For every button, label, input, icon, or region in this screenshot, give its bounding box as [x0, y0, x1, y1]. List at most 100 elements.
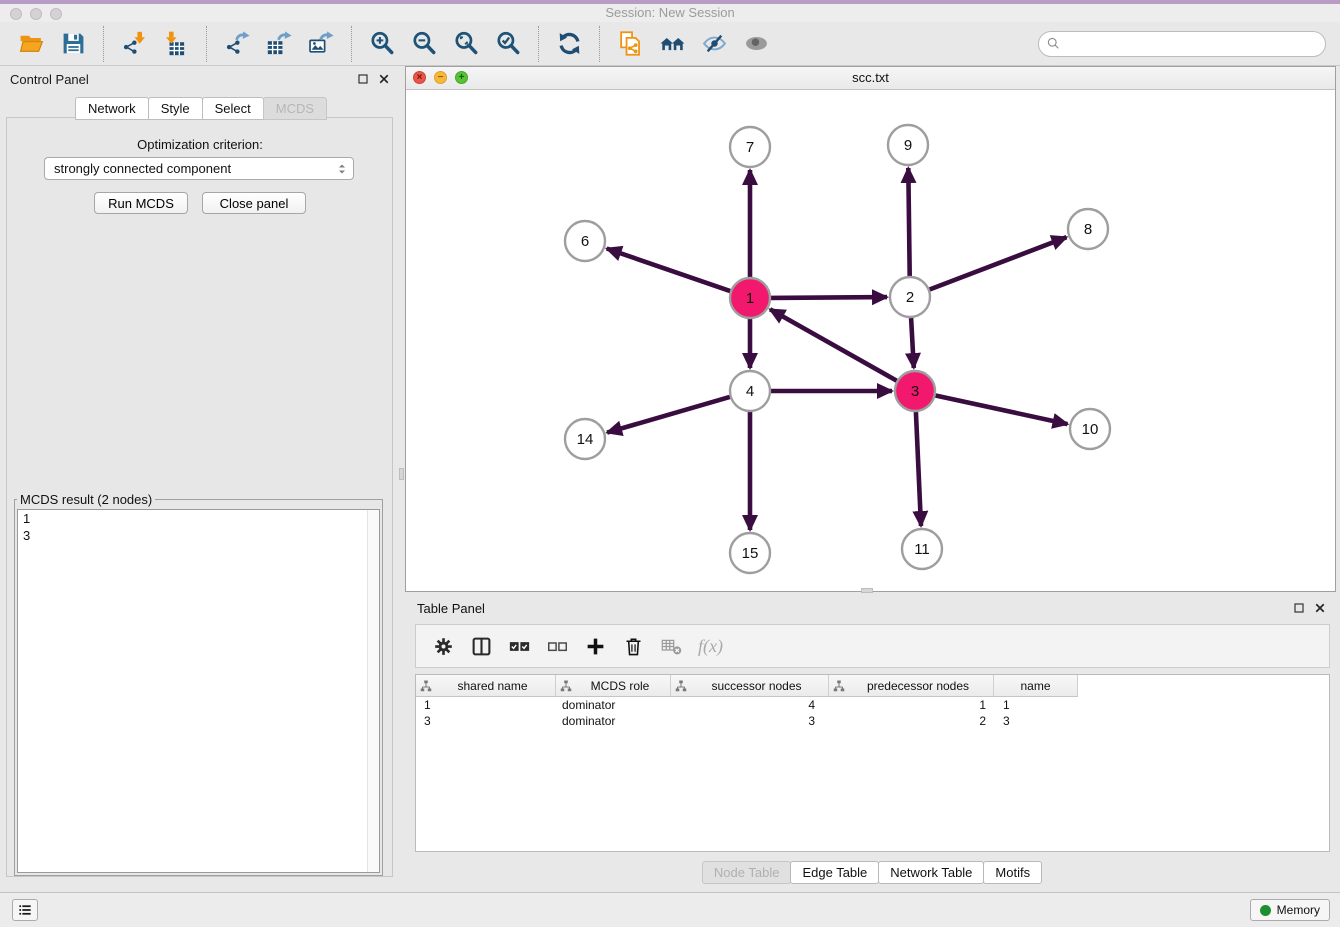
- table-cell[interactable]: 4: [671, 698, 829, 712]
- graph-edge-2-3[interactable]: [911, 318, 914, 368]
- column-header-name[interactable]: name: [994, 675, 1078, 696]
- optimization-criterion-label: Optimization criterion:: [0, 137, 400, 152]
- graph-node-label: 14: [577, 431, 594, 448]
- close-panel-icon[interactable]: [378, 73, 390, 85]
- tab-network[interactable]: Network: [75, 97, 149, 120]
- graph-node-label: 10: [1082, 421, 1099, 438]
- network-minimize-button[interactable]: −: [434, 71, 447, 84]
- memory-button[interactable]: Memory: [1250, 899, 1330, 921]
- column-header-predecessor-nodes[interactable]: predecessor nodes: [829, 675, 994, 696]
- hierarchy-icon: [560, 680, 572, 692]
- graph-node-label: 6: [581, 233, 589, 250]
- network-canvas[interactable]: 7968124314101511: [406, 89, 1335, 592]
- graph-edge-3-11[interactable]: [916, 412, 921, 526]
- graph-edge-3-10[interactable]: [936, 396, 1068, 425]
- main-toolbar: [0, 22, 1340, 66]
- column-header-label: MCDS role: [574, 679, 666, 693]
- graph-edge-1-2[interactable]: [771, 297, 887, 298]
- tab-network-table[interactable]: Network Table: [878, 861, 984, 884]
- apply-layout-button[interactable]: [554, 29, 584, 59]
- network-window-titlebar[interactable]: × − + scc.txt: [406, 67, 1335, 90]
- toolbar-separator: [599, 26, 600, 62]
- export-table-button[interactable]: [264, 29, 294, 59]
- hide-selected-button[interactable]: [699, 29, 729, 59]
- table-cell[interactable]: 1: [416, 698, 556, 712]
- horizontal-splitter-handle[interactable]: [861, 588, 873, 593]
- graph-edge-4-14[interactable]: [607, 397, 730, 433]
- table-panel: Table Panel f(x) shared nameMCDS rolesuc…: [405, 596, 1340, 890]
- graph-edge-3-1[interactable]: [770, 309, 897, 380]
- save-session-button[interactable]: [58, 29, 88, 59]
- search-box[interactable]: [1038, 31, 1326, 57]
- table-cell[interactable]: 1: [829, 698, 994, 712]
- column-header-label: name: [998, 679, 1073, 693]
- select-all-button[interactable]: [506, 633, 532, 659]
- export-table-icon: [267, 31, 292, 56]
- table-cell[interactable]: 1: [994, 698, 1078, 712]
- toolbar-separator: [103, 26, 104, 62]
- graph-edge-2-8[interactable]: [930, 237, 1067, 289]
- import-network-button[interactable]: [119, 29, 149, 59]
- save-icon: [61, 31, 86, 56]
- open-session-button[interactable]: [16, 29, 46, 59]
- folder-open-icon: [19, 31, 44, 56]
- column-header-mcds-role[interactable]: MCDS role: [556, 675, 671, 696]
- delete-row-button[interactable]: [620, 633, 646, 659]
- mcds-result-title: MCDS result (2 nodes): [17, 492, 155, 507]
- tab-select[interactable]: Select: [202, 97, 264, 120]
- show-columns-button[interactable]: [468, 633, 494, 659]
- deselect-all-button[interactable]: [544, 633, 570, 659]
- float-table-panel-icon[interactable]: [1293, 602, 1305, 614]
- task-history-button[interactable]: [12, 899, 38, 921]
- add-row-button[interactable]: [582, 633, 608, 659]
- mcds-result-list[interactable]: 13: [17, 509, 380, 873]
- criterion-select[interactable]: strongly connected component: [44, 157, 354, 180]
- table-cell[interactable]: dominator: [556, 698, 671, 712]
- search-input[interactable]: [1061, 34, 1325, 54]
- control-panel-title: Control Panel: [10, 72, 89, 87]
- copy-network-button[interactable]: [615, 29, 645, 59]
- run-mcds-button[interactable]: Run MCDS: [94, 192, 188, 214]
- import-table-button[interactable]: [161, 29, 191, 59]
- graph-edge-1-6[interactable]: [607, 249, 731, 292]
- graph-edge-2-9[interactable]: [908, 168, 909, 276]
- network-close-button[interactable]: ×: [413, 71, 426, 84]
- table-cell[interactable]: 3: [416, 714, 556, 728]
- tab-mcds[interactable]: MCDS: [263, 97, 327, 120]
- column-header-shared-name[interactable]: shared name: [416, 675, 556, 696]
- table-cell[interactable]: 3: [671, 714, 829, 728]
- table-row[interactable]: 3dominator323: [416, 713, 1329, 729]
- float-panel-icon[interactable]: [357, 73, 369, 85]
- tab-style[interactable]: Style: [148, 97, 203, 120]
- node-table[interactable]: shared name MCDS role successor nodesprede…: [415, 674, 1330, 852]
- result-line: 1: [18, 510, 379, 527]
- table-settings-button[interactable]: [430, 633, 456, 659]
- table-row[interactable]: 1dominator411: [416, 697, 1329, 713]
- app-title: Session: New Session: [0, 5, 1340, 20]
- export-network-button[interactable]: [222, 29, 252, 59]
- table-cell[interactable]: dominator: [556, 714, 671, 728]
- zoom-selected-button[interactable]: [493, 29, 523, 59]
- graph-node-label: 4: [746, 383, 754, 400]
- hierarchy-icon: [420, 680, 432, 692]
- network-maximize-button[interactable]: +: [455, 71, 468, 84]
- table-cell[interactable]: 2: [829, 714, 994, 728]
- export-image-button[interactable]: [306, 29, 336, 59]
- trash-icon: [623, 636, 644, 657]
- zoom-fit-button[interactable]: [451, 29, 481, 59]
- tab-motifs[interactable]: Motifs: [983, 861, 1042, 884]
- close-panel-button[interactable]: Close panel: [202, 192, 306, 214]
- show-all-button[interactable]: [741, 29, 771, 59]
- zoom-out-button[interactable]: [409, 29, 439, 59]
- first-neighbors-button[interactable]: [657, 29, 687, 59]
- close-table-panel-icon[interactable]: [1314, 602, 1326, 614]
- zoom-in-button[interactable]: [367, 29, 397, 59]
- tab-node-table[interactable]: Node Table: [702, 861, 792, 884]
- result-scrollbar[interactable]: [367, 510, 379, 872]
- tab-edge-table[interactable]: Edge Table: [790, 861, 879, 884]
- table-cell[interactable]: 3: [994, 714, 1078, 728]
- vertical-splitter-handle[interactable]: [399, 468, 404, 480]
- checked-pair-icon: [509, 636, 530, 657]
- hierarchy-icon: [675, 680, 687, 692]
- column-header-successor-nodes[interactable]: successor nodes: [671, 675, 829, 696]
